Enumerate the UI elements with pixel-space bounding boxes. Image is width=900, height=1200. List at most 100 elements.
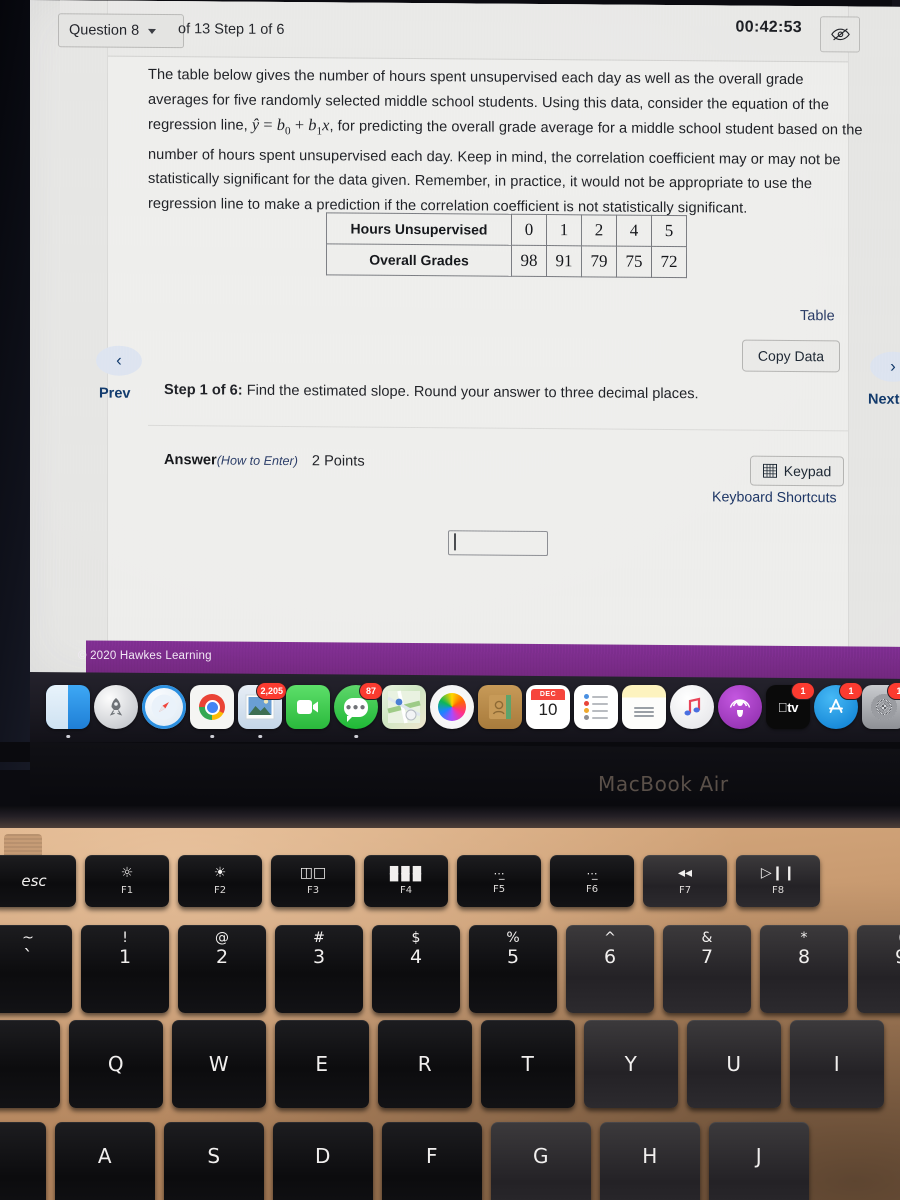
key-f6[interactable]: ⋯̲ F6 [550, 855, 634, 907]
key-3-top: # [313, 930, 325, 946]
dock-icon-contacts[interactable] [478, 685, 522, 729]
prev-button-label[interactable]: Prev [99, 386, 130, 402]
key-1[interactable]: ! 1 [81, 925, 169, 1013]
key-capslock[interactable] [0, 1122, 46, 1200]
key-y-label: Y [624, 1052, 638, 1076]
dock-icon-launchpad[interactable] [94, 685, 138, 729]
key-esc[interactable]: esc [0, 855, 76, 907]
key-5-bottom: 5 [506, 946, 520, 968]
table-caption: Table [800, 308, 835, 325]
key-f2[interactable]: ☀ F2 [178, 855, 262, 907]
cell-grades-4: 72 [651, 246, 687, 278]
key-a[interactable]: A [55, 1122, 155, 1200]
next-button-label[interactable]: Next [868, 392, 899, 408]
dock-icon-maps[interactable] [382, 685, 426, 729]
key-3[interactable]: # 3 [275, 925, 363, 1013]
key-3-bottom: 3 [312, 946, 326, 968]
dock-icon-facetime[interactable] [286, 685, 330, 729]
key-f3[interactable]: ◫□ F3 [271, 855, 355, 907]
key-8[interactable]: * 8 [760, 925, 848, 1013]
copyright-text: © 2020 Hawkes Learning [78, 650, 212, 662]
key-w[interactable]: W [172, 1020, 266, 1108]
dock-icon-notes[interactable] [622, 685, 666, 729]
dock-icon-reminders[interactable] [574, 685, 618, 729]
key-f1[interactable]: ☼ F1 [85, 855, 169, 907]
key-7-bottom: 7 [700, 946, 714, 968]
answer-input[interactable] [448, 530, 548, 557]
dock-icon-apple-tv[interactable]: tv 1 [766, 682, 815, 729]
key-i[interactable]: I [790, 1020, 884, 1108]
dock-icon-finder[interactable] [46, 685, 90, 738]
key-f8[interactable]: ▷❙❙ F8 [736, 855, 820, 907]
dock-icon-safari[interactable] [142, 685, 186, 729]
key-u-label: U [726, 1052, 742, 1076]
key-f-label: F [425, 1144, 438, 1168]
key-u[interactable]: U [687, 1020, 781, 1108]
key-h[interactable]: H [600, 1122, 700, 1200]
hide-timer-button[interactable] [820, 16, 860, 53]
dock-icon-calendar[interactable]: DEC 10 [526, 685, 570, 729]
brightness-up-icon: ☀ [213, 865, 227, 881]
key-g[interactable]: G [491, 1122, 591, 1200]
key-e[interactable]: E [275, 1020, 369, 1108]
question-selector-dropdown[interactable]: Question 8 [58, 13, 184, 49]
eye-slash-icon [830, 28, 850, 41]
keyboard-number-row: ~ ` ! 1 @ 2 # 3 $ 4 % 5 ^ 6 & 7 * 8 [0, 925, 900, 1013]
copy-data-button[interactable]: Copy Data [742, 339, 840, 373]
key-7[interactable]: & 7 [663, 925, 751, 1013]
macbook-air-logo: MacBook Air [598, 772, 729, 796]
key-9[interactable]: ( 9 [857, 925, 900, 1013]
key-i-label: I [833, 1052, 841, 1076]
key-s[interactable]: S [164, 1122, 264, 1200]
key-j[interactable]: J [709, 1122, 809, 1200]
key-6[interactable]: ^ 6 [566, 925, 654, 1013]
key-5[interactable]: % 5 [469, 925, 557, 1013]
play-pause-icon: ▷❙❙ [760, 865, 796, 881]
key-2[interactable]: @ 2 [178, 925, 266, 1013]
key-f3-label: F3 [306, 885, 320, 896]
dock-icon-podcasts[interactable] [718, 685, 762, 729]
running-indicator [66, 734, 70, 738]
key-f5[interactable]: ⋯̲ F5 [457, 855, 541, 907]
key-d-label: D [315, 1144, 331, 1168]
dock-icon-messages[interactable]: ●●● 87 [334, 682, 383, 738]
key-t[interactable]: T [481, 1020, 575, 1108]
how-to-enter-link[interactable]: (How to Enter) [217, 453, 298, 468]
key-r[interactable]: R [378, 1020, 472, 1108]
cell-hours-3: 4 [616, 215, 652, 247]
keyboard-qwerty-row: Q W E R T Y U I [0, 1020, 884, 1108]
finder-face-icon [46, 685, 68, 729]
dock-icon-app-store[interactable]: 1 [814, 682, 863, 729]
key-a-label: A [97, 1144, 113, 1168]
running-indicator [210, 734, 214, 738]
dock-icon-chrome[interactable] [190, 685, 234, 738]
reminders-list-icon [584, 692, 608, 722]
key-f[interactable]: F [382, 1122, 482, 1200]
rewind-icon: ◂◂ [677, 865, 693, 881]
keypad-button[interactable]: Keypad [750, 455, 844, 487]
question-prompt: The table below gives the number of hour… [148, 63, 864, 222]
dock-icon-mail[interactable]: 2,205 [238, 682, 287, 738]
system-preferences-badge: 1 [887, 682, 900, 700]
prompt-line-3-pre: regression line, [148, 116, 252, 134]
key-tilde[interactable]: ~ ` [0, 925, 72, 1013]
dock-icon-system-preferences[interactable]: 1 [862, 682, 900, 729]
key-1-top: ! [122, 930, 128, 946]
key-q[interactable]: Q [69, 1020, 163, 1108]
keyboard-shortcuts-link[interactable]: Keyboard Shortcuts [712, 489, 837, 506]
key-f4[interactable]: ■■■ ■■■ F4 [364, 855, 448, 907]
key-f7[interactable]: ◂◂ F7 [643, 855, 727, 907]
key-4-top: $ [411, 930, 421, 946]
key-d[interactable]: D [273, 1122, 373, 1200]
cell-hours-4: 5 [651, 215, 687, 247]
dock-icon-music[interactable] [670, 685, 714, 729]
prev-button[interactable]: ‹ [96, 345, 142, 376]
apple-tv-badge: 1 [791, 682, 815, 700]
key-tab[interactable] [0, 1020, 60, 1108]
dock-icon-photos[interactable] [430, 685, 474, 729]
app-store-badge: 1 [839, 682, 863, 700]
key-t-label: T [521, 1052, 535, 1076]
key-4[interactable]: $ 4 [372, 925, 460, 1013]
points-label: 2 Points [311, 453, 365, 470]
key-y[interactable]: Y [584, 1020, 678, 1108]
